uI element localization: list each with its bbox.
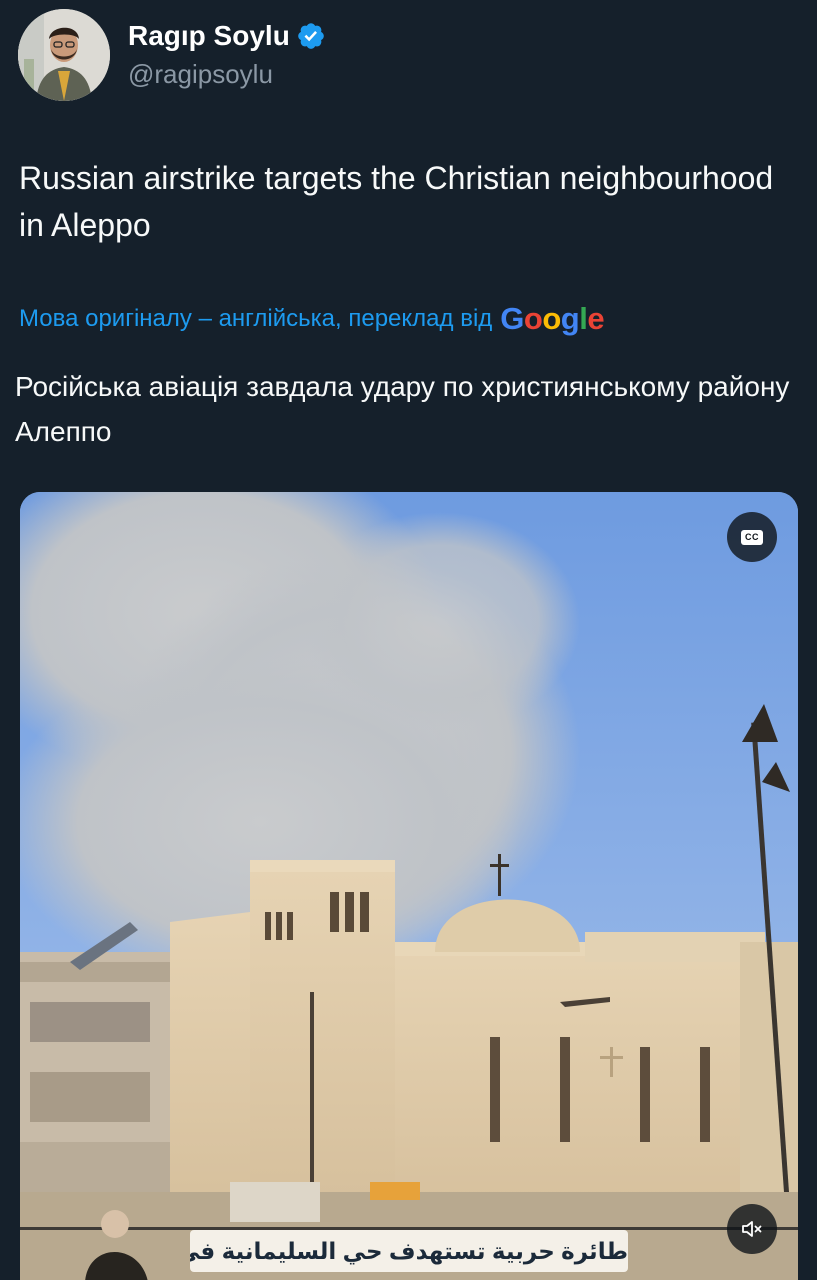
- video-frame: [20, 492, 798, 1280]
- verified-badge-icon: [297, 23, 324, 49]
- translated-tweet-text: Російська авіація завдала удару по христ…: [15, 371, 790, 447]
- translation-notice[interactable]: Мова оригіналу – англійська, переклад ві…: [19, 299, 605, 339]
- tweet-text: Russian airstrike targets the Christian …: [19, 160, 774, 243]
- author-display-name[interactable]: Ragıp Soylu: [128, 18, 290, 54]
- mute-button[interactable]: [727, 1204, 777, 1254]
- closed-captions-icon: CC: [741, 529, 763, 545]
- translation-notice-text[interactable]: Мова оригіналу – англійська, переклад ві…: [19, 299, 492, 339]
- closed-captions-button[interactable]: CC: [727, 512, 777, 562]
- speaker-muted-icon: [742, 1221, 762, 1237]
- avatar[interactable]: [18, 9, 110, 101]
- author-handle[interactable]: @ragipsoylu: [128, 58, 273, 90]
- author-name-row[interactable]: Ragıp Soylu: [128, 18, 326, 54]
- video-caption-overlay: طائرة حربية تستهدف حي السليمانية في حلب: [190, 1230, 628, 1272]
- google-logo: Google: [500, 301, 605, 336]
- video-player[interactable]: CC طائرة حربية تستهدف حي السليمانية في ح…: [20, 492, 798, 1280]
